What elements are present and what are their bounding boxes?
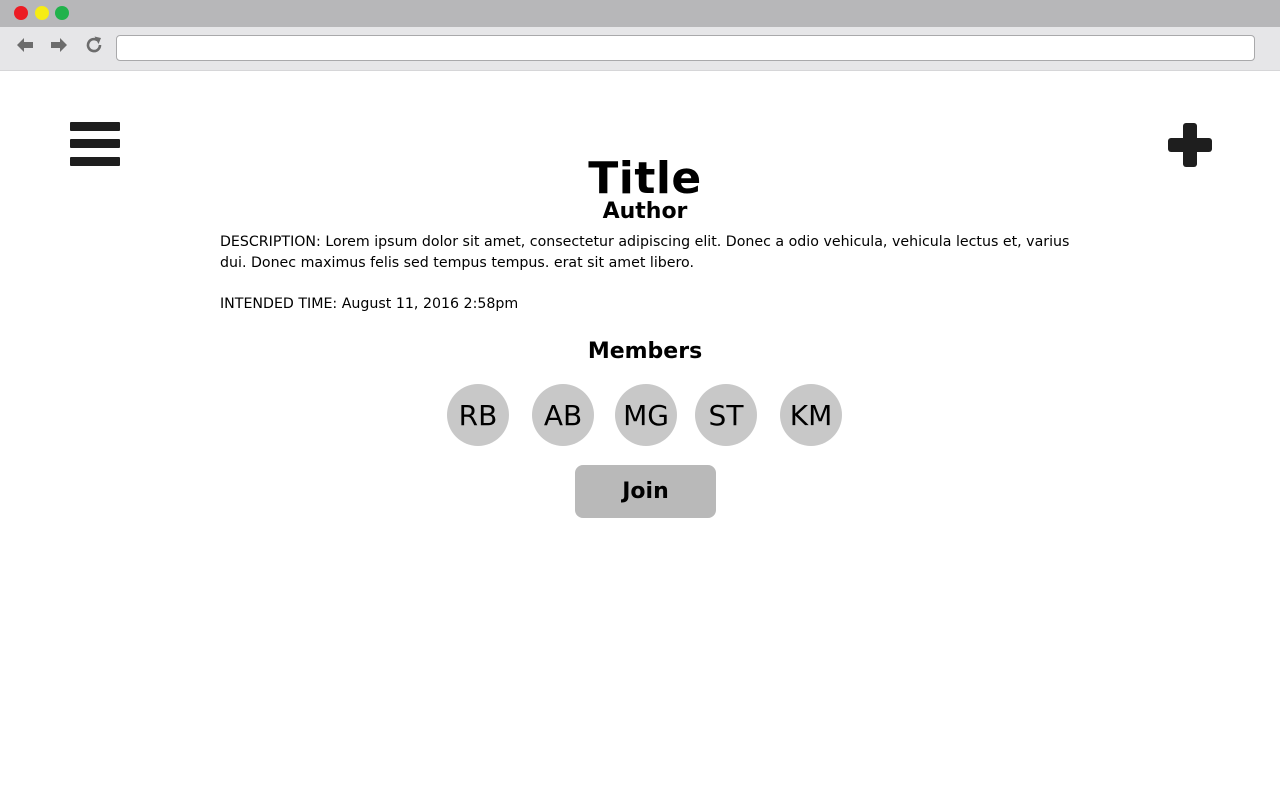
intended-time-label: INTENDED TIME [220,296,333,312]
members-heading: Members [587,339,703,364]
arrow-right-icon[interactable] [48,34,70,56]
page-title: Title [588,153,702,204]
member-avatar[interactable]: AB [532,384,594,446]
arrow-left-icon[interactable] [14,34,36,56]
description-label: DESCRIPTION [220,234,317,250]
members-list: RB AB MG ST KM [0,384,1280,446]
minimize-window-button[interactable] [35,6,49,20]
intended-time: INTENDED TIME: August 11, 2016 2:58pm [220,294,1080,315]
window-titlebar [0,0,1280,27]
event-page: Title Author DESCRIPTION: Lorem ipsum do… [0,71,1280,800]
browser-toolbar [0,27,1280,71]
member-avatar[interactable]: RB [447,384,509,446]
member-avatar[interactable]: ST [695,384,757,446]
member-avatar[interactable]: KM [780,384,842,446]
description-text: : Lorem ipsum dolor sit amet, consectetu… [220,234,1070,271]
reload-icon[interactable] [83,34,105,56]
member-avatar[interactable]: MG [615,384,677,446]
maximize-window-button[interactable] [55,6,69,20]
join-button[interactable]: Join [575,465,716,518]
close-window-button[interactable] [14,6,28,20]
author-name: Author [602,199,688,224]
intended-time-value: : August 11, 2016 2:58pm [332,296,519,312]
event-description: DESCRIPTION: Lorem ipsum dolor sit amet,… [220,232,1080,274]
address-bar-input[interactable] [116,35,1255,61]
